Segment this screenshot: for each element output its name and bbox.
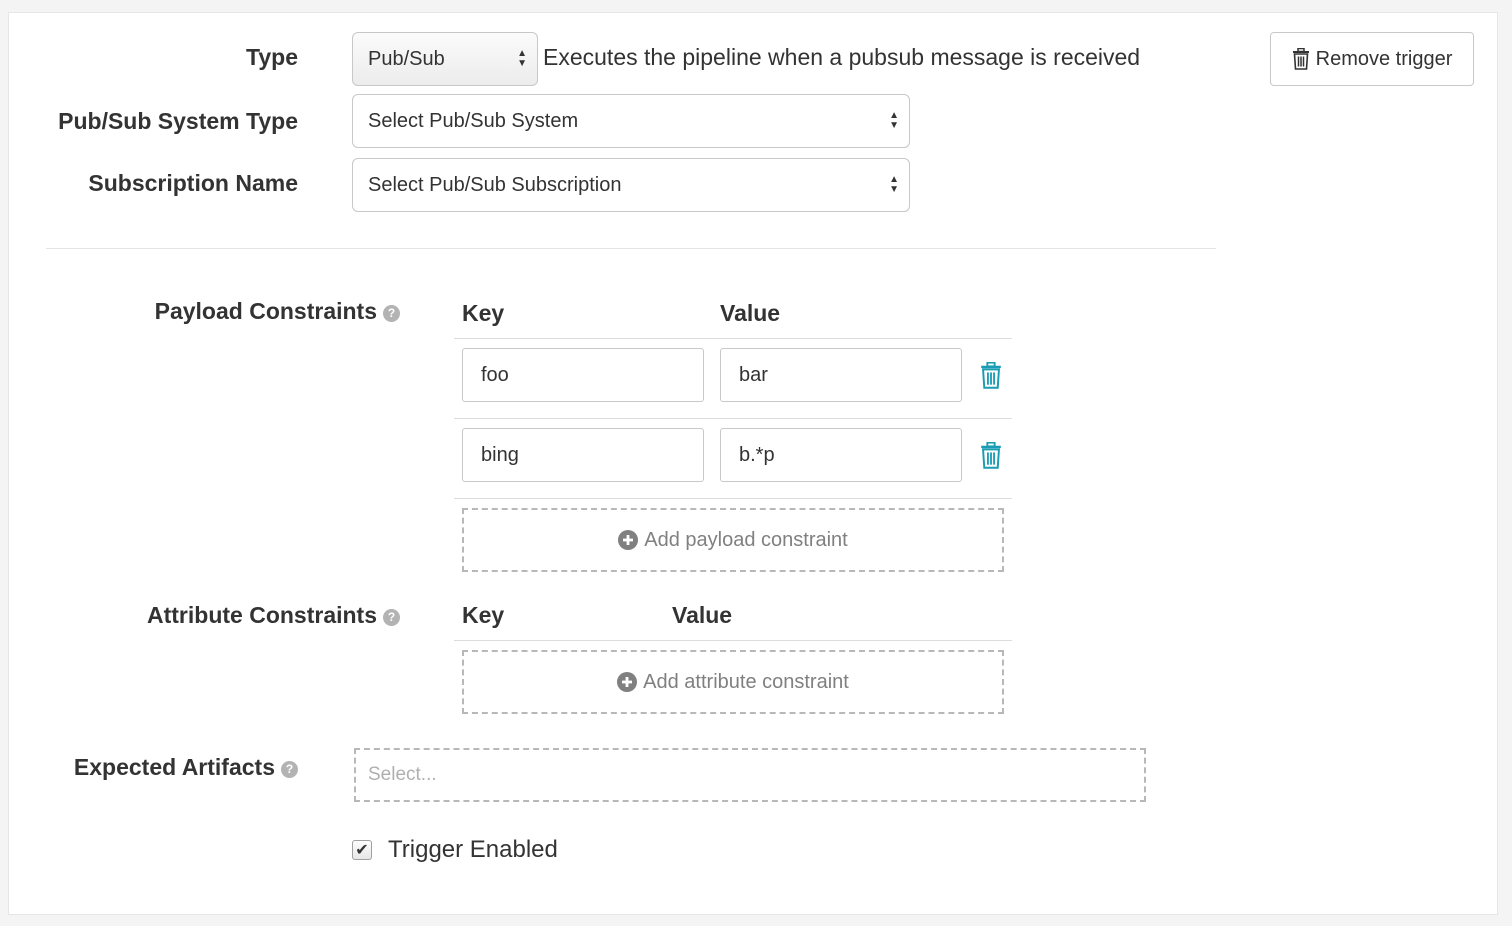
trigger-enabled-label: Trigger Enabled — [388, 836, 558, 863]
payload-key-input[interactable]: bing — [462, 428, 704, 482]
payload-row-rule — [454, 418, 1012, 419]
add-attribute-constraint-button[interactable]: Add attribute constraint — [462, 650, 1004, 714]
system-type-label: Pub/Sub System Type — [58, 108, 298, 134]
attribute-header-rule — [454, 640, 1012, 641]
select-arrows-icon: ▲ ▼ — [517, 48, 527, 69]
payload-constraints-text: Payload Constraints — [154, 298, 377, 324]
checkmark-icon: ✔ — [355, 842, 369, 859]
type-select[interactable]: Pub/Sub ▲ ▼ — [352, 32, 538, 86]
payload-value-header: Value — [720, 300, 781, 326]
select-arrows-icon: ▲ ▼ — [889, 174, 899, 195]
payload-header-rule — [454, 338, 1012, 339]
subscription-label: Subscription Name — [88, 170, 298, 196]
system-type-value: Select Pub/Sub System — [368, 109, 579, 132]
help-icon[interactable]: ? — [383, 609, 400, 626]
attribute-key-header: Key — [462, 602, 505, 628]
type-select-value: Pub/Sub — [368, 47, 445, 70]
attribute-constraints-text: Attribute Constraints — [147, 602, 377, 628]
section-divider — [46, 248, 1216, 249]
payload-key-input[interactable]: foo — [462, 348, 704, 402]
trash-icon — [1292, 48, 1309, 70]
system-type-select[interactable]: Select Pub/Sub System ▲ ▼ — [352, 94, 910, 148]
attribute-value-header: Value — [672, 602, 733, 628]
trash-icon[interactable] — [980, 362, 1002, 389]
add-payload-constraint-button[interactable]: Add payload constraint — [462, 508, 1004, 572]
remove-trigger-button[interactable]: Remove trigger — [1270, 32, 1474, 86]
add-payload-constraint-label: Add payload constraint — [644, 528, 848, 551]
help-icon[interactable]: ? — [281, 761, 298, 778]
payload-constraints-label: Payload Constraints? — [60, 298, 400, 325]
add-attribute-constraint-label: Add attribute constraint — [643, 670, 849, 693]
payload-key-header: Key — [462, 300, 505, 326]
trash-icon[interactable] — [980, 442, 1002, 469]
attribute-constraints-label: Attribute Constraints? — [60, 602, 400, 629]
expected-artifacts-label: Expected Artifacts? — [20, 754, 298, 781]
plus-circle-icon — [618, 530, 639, 550]
expected-artifacts-placeholder: Select... — [368, 764, 437, 785]
trigger-enabled-checkbox[interactable]: ✔ — [352, 840, 372, 860]
payload-value-input[interactable]: bar — [720, 348, 962, 402]
select-arrows-icon: ▲ ▼ — [889, 110, 899, 131]
help-icon[interactable]: ? — [383, 305, 400, 322]
plus-circle-icon — [617, 672, 638, 692]
expected-artifacts-select[interactable]: Select... — [354, 748, 1146, 802]
payload-row-rule — [454, 498, 1012, 499]
subscription-value: Select Pub/Sub Subscription — [368, 173, 622, 196]
payload-value-input[interactable]: b.*p — [720, 428, 962, 482]
type-label: Type — [246, 44, 298, 70]
expected-artifacts-text: Expected Artifacts — [73, 754, 275, 780]
type-description: Executes the pipeline when a pubsub mess… — [543, 44, 1141, 70]
remove-trigger-label: Remove trigger — [1315, 47, 1453, 70]
subscription-select[interactable]: Select Pub/Sub Subscription ▲ ▼ — [352, 158, 910, 212]
